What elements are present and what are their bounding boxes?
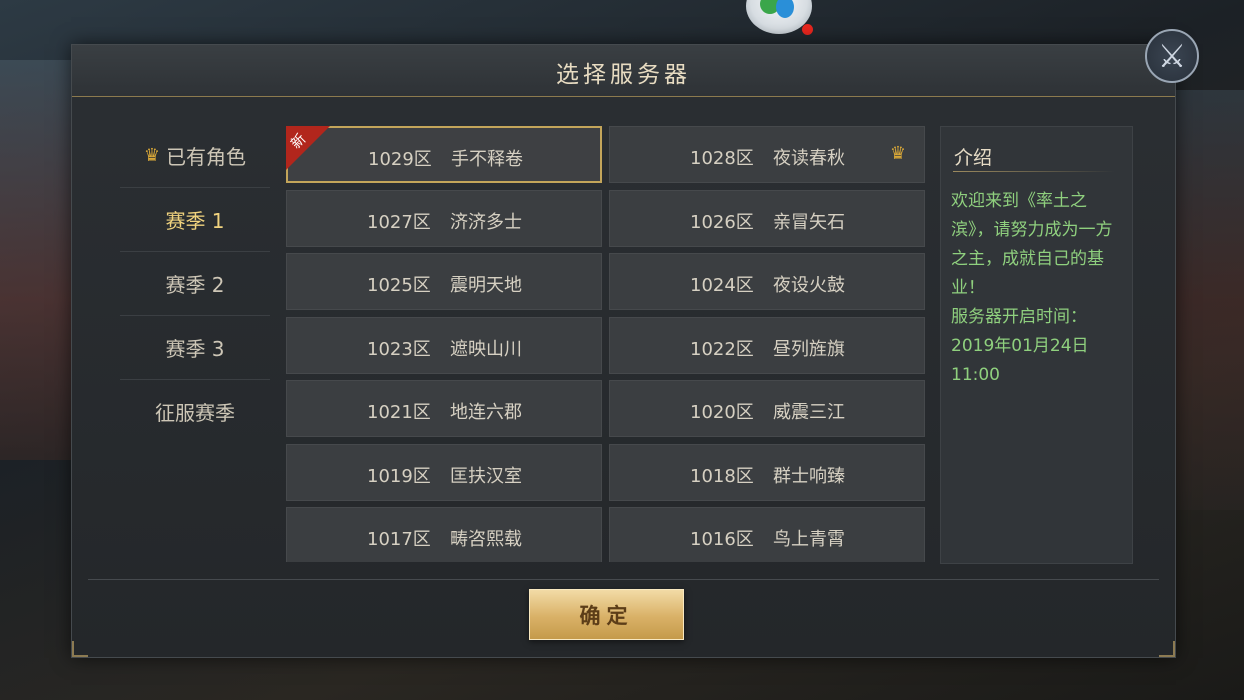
notification-dot bbox=[802, 24, 813, 35]
dialog-title: 选择服务器 bbox=[556, 62, 691, 88]
server-name: 威震三江 bbox=[773, 402, 845, 423]
server-name: 畴咨熙载 bbox=[450, 529, 522, 550]
server-name: 昼列旌旗 bbox=[773, 339, 845, 360]
server-name: 亲冒矢石 bbox=[773, 212, 845, 233]
server-number: 1026区 bbox=[690, 212, 754, 233]
server-number: 1025区 bbox=[367, 275, 431, 296]
server-name: 匡扶汉室 bbox=[450, 466, 522, 487]
confirm-button[interactable]: 确定 bbox=[529, 589, 684, 640]
sidebar-item-label: 赛季 3 bbox=[165, 337, 225, 361]
intro-open-time: 服务器开启时间： 2019年01月24日 11:00 bbox=[951, 303, 1125, 390]
sidebar-item-label: 赛季 1 bbox=[165, 209, 225, 233]
sidebar-item-season-2[interactable]: 赛季 2 bbox=[120, 252, 270, 316]
close-button[interactable]: ⚔ bbox=[1145, 29, 1199, 83]
server-item[interactable]: 1028区 夜读春秋 ♛ bbox=[609, 126, 925, 183]
server-item[interactable]: 1024区 夜设火鼓 bbox=[609, 253, 925, 310]
server-item[interactable]: 1017区 畴咨熙载 bbox=[286, 507, 602, 562]
server-number: 1027区 bbox=[367, 212, 431, 233]
server-number: 1017区 bbox=[367, 529, 431, 550]
server-name: 手不释卷 bbox=[451, 149, 523, 170]
server-name: 遮映山川 bbox=[450, 339, 522, 360]
server-item[interactable]: 1027区 济济多士 bbox=[286, 190, 602, 247]
server-item[interactable]: 1016区 鸟上青霄 bbox=[609, 507, 925, 562]
intro-underline bbox=[953, 171, 1115, 172]
server-number: 1022区 bbox=[690, 339, 754, 360]
dialog-header: 选择服务器 bbox=[72, 45, 1175, 97]
corner-ornament-right bbox=[1159, 641, 1175, 657]
server-name: 鸟上青霄 bbox=[773, 529, 845, 550]
server-number: 1021区 bbox=[367, 402, 431, 423]
sidebar-item-existing-roles[interactable]: ♛ 已有角色 bbox=[120, 124, 270, 188]
sidebar-item-label: 已有角色 bbox=[166, 145, 247, 169]
server-number: 1028区 bbox=[690, 148, 754, 169]
server-name: 群士响臻 bbox=[773, 466, 845, 487]
open-time-value: 2019年01月24日 11:00 bbox=[951, 336, 1089, 385]
server-item[interactable]: 1023区 遮映山川 bbox=[286, 317, 602, 374]
sidebar-item-label: 征服赛季 bbox=[155, 401, 235, 425]
corner-ornament-left bbox=[72, 641, 88, 657]
open-time-label: 服务器开启时间： bbox=[951, 307, 1087, 327]
intro-panel: 介绍 欢迎来到《率土之滨》，请努力成为一方之主，成就自己的基业！ 服务器开启时间… bbox=[940, 126, 1133, 564]
intro-text: 欢迎来到《率土之滨》，请努力成为一方之主，成就自己的基业！ bbox=[951, 191, 1113, 298]
server-item[interactable]: 1021区 地连六郡 bbox=[286, 380, 602, 437]
server-name: 夜读春秋 bbox=[773, 148, 845, 169]
server-name: 地连六郡 bbox=[450, 402, 522, 423]
footer-divider bbox=[88, 579, 1159, 580]
server-number: 1023区 bbox=[367, 339, 431, 360]
server-name: 夜设火鼓 bbox=[773, 275, 845, 296]
server-item[interactable]: 1020区 威震三江 bbox=[609, 380, 925, 437]
server-number: 1020区 bbox=[690, 402, 754, 423]
sidebar-item-conquest-season[interactable]: 征服赛季 bbox=[120, 380, 270, 443]
server-item[interactable]: 1025区 震明天地 bbox=[286, 253, 602, 310]
server-number: 1019区 bbox=[367, 466, 431, 487]
server-item[interactable]: 1026区 亲冒矢石 bbox=[609, 190, 925, 247]
assistant-blue-drop bbox=[776, 0, 794, 18]
sidebar-item-label: 赛季 2 bbox=[165, 273, 225, 297]
server-number: 1029区 bbox=[368, 149, 432, 170]
server-item[interactable]: 新 1029区 手不释卷 bbox=[286, 126, 602, 183]
crossed-swords-close-icon: ⚔ bbox=[1157, 37, 1187, 75]
server-name: 震明天地 bbox=[450, 275, 522, 296]
server-item[interactable]: 1019区 匡扶汉室 bbox=[286, 444, 602, 501]
sidebar-item-season-3[interactable]: 赛季 3 bbox=[120, 316, 270, 380]
intro-title: 介绍 bbox=[954, 147, 993, 169]
server-number: 1018区 bbox=[690, 466, 754, 487]
background-banner-left bbox=[0, 60, 80, 460]
server-item[interactable]: 1018区 群士响臻 bbox=[609, 444, 925, 501]
server-number: 1016区 bbox=[690, 529, 754, 550]
server-list[interactable]: 新 1029区 手不释卷 1028区 夜读春秋 ♛ 1027区 济济多士 102… bbox=[286, 126, 926, 562]
server-name: 济济多士 bbox=[450, 212, 522, 233]
background-banner-right bbox=[1164, 90, 1244, 510]
helmet-icon: ♛ bbox=[143, 145, 161, 166]
season-sidebar: ♛ 已有角色 赛季 1 赛季 2 赛季 3 征服赛季 bbox=[120, 124, 270, 443]
server-number: 1024区 bbox=[690, 275, 754, 296]
server-item[interactable]: 1022区 昼列旌旗 bbox=[609, 317, 925, 374]
helmet-icon: ♛ bbox=[889, 143, 906, 164]
sidebar-item-season-1[interactable]: 赛季 1 bbox=[120, 188, 270, 252]
